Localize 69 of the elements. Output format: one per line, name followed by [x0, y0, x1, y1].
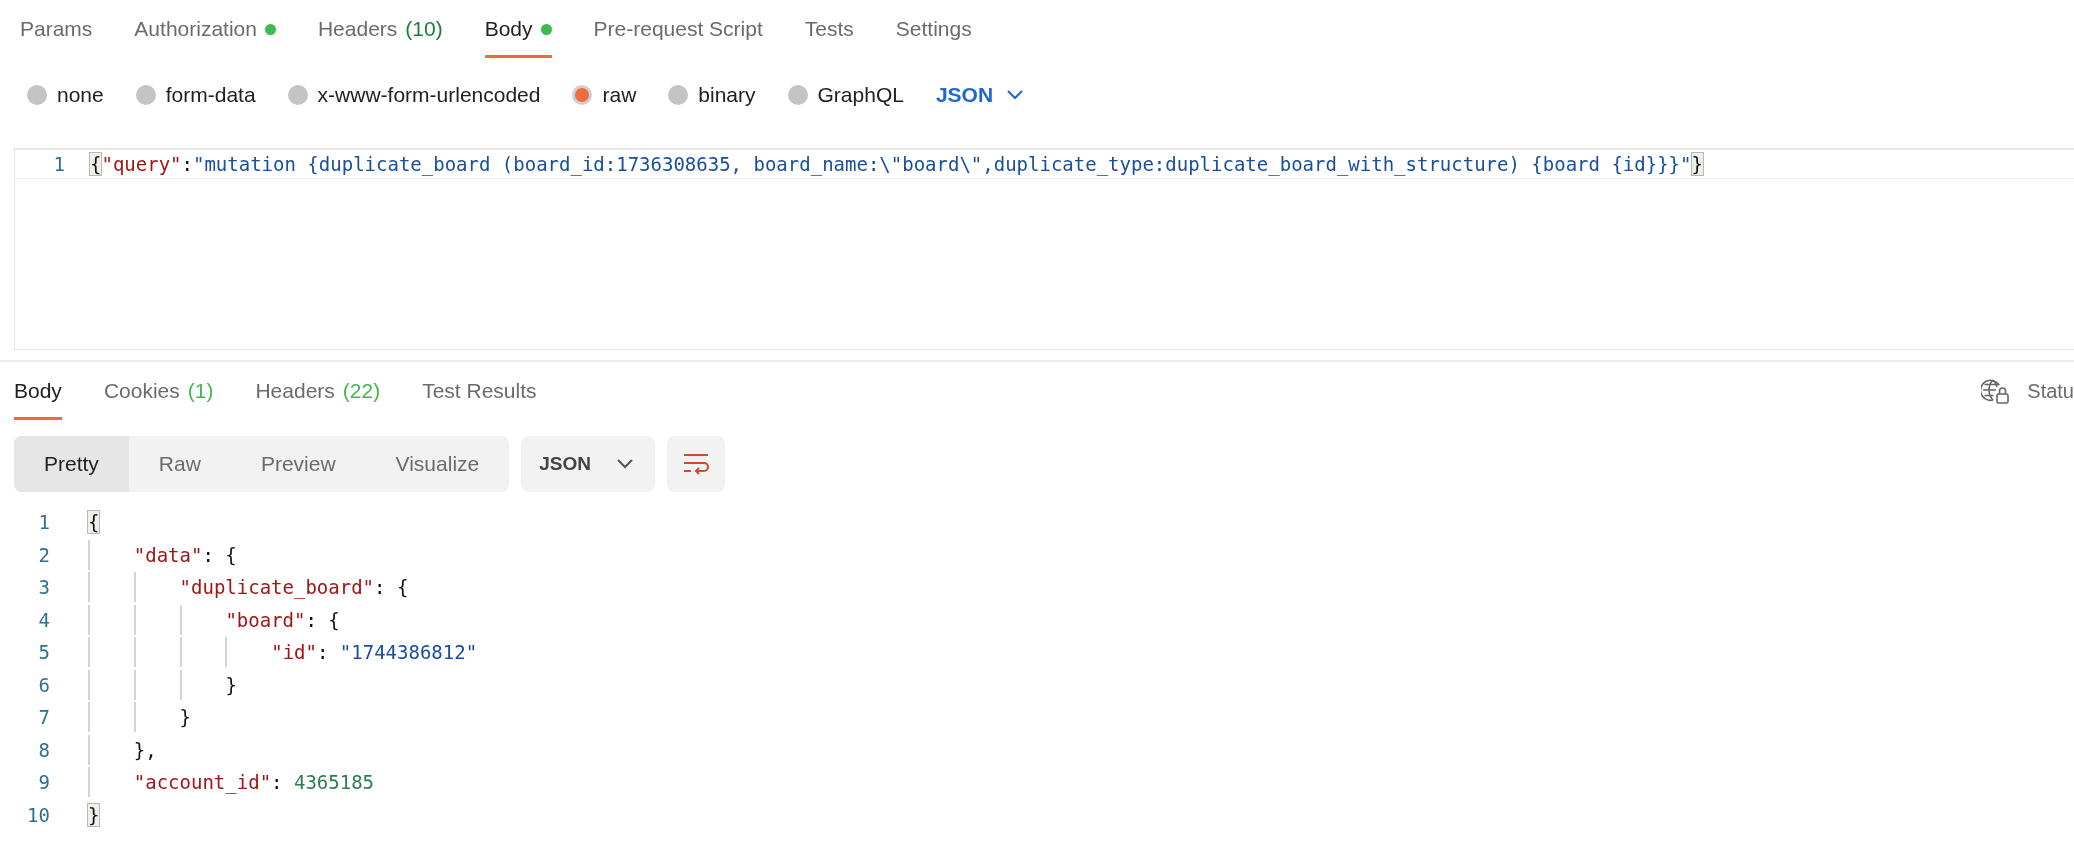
- json-brace: {: [90, 153, 102, 175]
- json-string: "mutation {duplicate_board (board_id:1736308635, board_name:\"board\",duplicate_type:duplicate_board_with_structure) {board {id}}}": [193, 153, 1692, 175]
- view-mode-tab[interactable]: Raw: [128, 436, 231, 492]
- radio-icon[interactable]: [27, 85, 47, 105]
- request-body-editor[interactable]: 1 {"query":"mutation {duplicate_board (board_id:1736308635, board_name:\"board\",duplicate_type:duplicate_board_with_structure) {board {id}}}"}: [14, 148, 2074, 350]
- json-punctuation: : {: [305, 608, 340, 631]
- request-tab[interactable]: Settings: [874, 0, 993, 58]
- json-key: "id": [271, 641, 317, 664]
- format-dropdown[interactable]: JSON: [935, 83, 1024, 107]
- line-number: 5: [37, 641, 50, 664]
- json-key: "account_id": [133, 771, 272, 794]
- request-tab[interactable]: Authorization: [113, 0, 297, 58]
- request-tab[interactable]: Params: [20, 0, 114, 58]
- wrap-lines-icon: [682, 452, 710, 476]
- json-punctuation: : {: [374, 576, 409, 599]
- json-punctuation: }: [179, 706, 192, 729]
- json-brace: }: [1691, 153, 1703, 175]
- response-tab[interactable]: Test Results: [401, 362, 558, 420]
- json-punctuation: :: [181, 153, 193, 175]
- request-tab[interactable]: Pre-request Script: [572, 0, 784, 58]
- request-tab[interactable]: Tests: [783, 0, 875, 58]
- line-number: 8: [37, 738, 50, 761]
- globe-lock-icon[interactable]: [1981, 377, 2012, 405]
- radio-icon[interactable]: [135, 85, 156, 105]
- request-tab[interactable]: Body: [463, 0, 573, 58]
- radio-icon[interactable]: [572, 85, 593, 105]
- body-type-radio[interactable]: x-www-form-urlencoded: [287, 83, 541, 107]
- json-key: "data": [133, 543, 203, 566]
- json-punctuation: :: [271, 771, 284, 794]
- line-number: 9: [37, 771, 50, 794]
- body-type-radio[interactable]: GraphQL: [787, 83, 904, 107]
- json-key: "duplicate_board": [179, 576, 375, 599]
- line-number: 1: [37, 511, 50, 534]
- radio-icon[interactable]: [787, 85, 808, 105]
- json-punctuation: :: [316, 641, 330, 664]
- body-type-radio[interactable]: raw: [572, 83, 637, 107]
- response-tab[interactable]: Headers (22): [234, 362, 402, 420]
- json-brace: {: [88, 511, 100, 534]
- line-number: 3: [37, 576, 50, 599]
- line-number: 4: [37, 608, 50, 631]
- json-brace: }: [88, 803, 100, 826]
- line-number: 6: [37, 673, 50, 696]
- json-punctuation: : {: [202, 543, 237, 566]
- chevron-down-icon: [617, 459, 633, 469]
- json-string: "1744386812": [339, 641, 478, 664]
- json-punctuation: },: [133, 738, 157, 761]
- line-number: 10: [26, 803, 50, 826]
- json-key: "query": [101, 153, 182, 175]
- view-mode-tab[interactable]: Preview: [230, 436, 366, 492]
- status-label: Statu: [2027, 379, 2074, 403]
- json-number: 4365185: [293, 771, 375, 794]
- json-key: "board": [225, 608, 306, 631]
- line-number: 1: [52, 153, 65, 175]
- radio-icon[interactable]: [668, 85, 689, 105]
- radio-icon[interactable]: [287, 85, 308, 105]
- response-tab[interactable]: Body: [14, 362, 83, 420]
- json-punctuation: }: [225, 673, 237, 696]
- line-number: 7: [37, 706, 50, 729]
- request-tab[interactable]: Headers (10): [296, 0, 464, 58]
- format-dropdown[interactable]: JSON: [521, 436, 655, 492]
- response-tab[interactable]: Cookies (1): [82, 362, 235, 420]
- body-type-radio[interactable]: none: [27, 83, 104, 107]
- body-type-radio[interactable]: binary: [668, 83, 756, 107]
- view-mode-tab[interactable]: Visualize: [365, 436, 510, 492]
- view-mode-tab[interactable]: Pretty: [14, 436, 129, 492]
- line-number: 2: [37, 543, 50, 566]
- wrap-lines-button[interactable]: [667, 436, 725, 492]
- body-type-radio[interactable]: form-data: [135, 83, 256, 107]
- chevron-down-icon: [1007, 90, 1024, 100]
